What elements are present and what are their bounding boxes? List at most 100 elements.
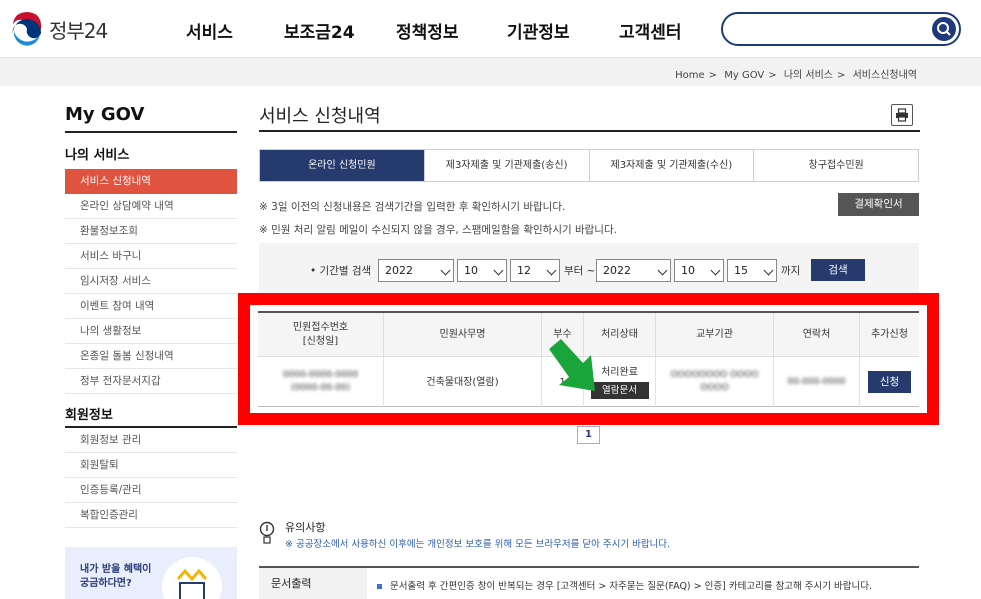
sidebar-menu-my-services: 서비스 신청내역 온라인 상담예약 내역 환불정보조회 서비스 바구니 임시저장… xyxy=(65,169,237,394)
status-value: 처리완료 xyxy=(601,366,638,378)
receipt-no-blurred: 0000-0000-0000 (0000-00-00) xyxy=(283,369,358,395)
logo-text: 정부24 xyxy=(49,18,108,43)
title-divider xyxy=(259,130,920,132)
from-day-value: 12 xyxy=(517,264,531,277)
sidebar-title: My GOV xyxy=(65,104,145,125)
nav-agency-info[interactable]: 기관정보 xyxy=(507,18,570,43)
receipt-date-value: (0000-00-00) xyxy=(290,383,351,393)
to-month-value: 10 xyxy=(681,264,695,277)
search-input[interactable] xyxy=(721,12,961,46)
payment-receipt-button[interactable]: 결제확인서 xyxy=(838,193,919,216)
breadcrumb-separator: > xyxy=(768,70,777,81)
gov24-logo[interactable]: 정부24 xyxy=(10,12,108,46)
benefit-banner[interactable]: 내가 받을 혜택이 궁금하다면? xyxy=(65,547,237,599)
sidebar-item-event-history[interactable]: 이벤트 참여 내역 xyxy=(65,294,237,319)
period-until-text: 까지 xyxy=(781,265,801,277)
breadcrumb-home[interactable]: Home xyxy=(675,70,705,81)
tab-counter-applications[interactable]: 창구접수민원 xyxy=(753,150,918,181)
sidebar-item-service-basket[interactable]: 서비스 바구니 xyxy=(65,244,237,269)
search-button[interactable] xyxy=(932,17,956,41)
tab-online-applications[interactable]: 온라인 신청민원 xyxy=(260,150,424,181)
sidebar-item-childcare[interactable]: 온종일 돌봄 신청내역 xyxy=(65,344,237,369)
extra-apply-button[interactable]: 신청 xyxy=(868,371,911,393)
notice-search-period: ※ 3일 이전의 신청내용은 검색기간을 입력한 후 확인하시기 바랍니다. xyxy=(259,201,566,213)
from-year-value: 2022 xyxy=(385,264,413,277)
breadcrumb-current: 서비스신청내역 xyxy=(852,70,917,81)
banner-gift-icon xyxy=(162,557,222,599)
breadcrumb: Home > My GOV > 나의 서비스 > 서비스신청내역 xyxy=(673,66,919,81)
caution-text: ※ 공공장소에서 사용하신 이후에는 개인정보 보호를 위해 모든 브라우저를 … xyxy=(285,539,671,550)
cell-receipt-no: 0000-0000-0000 (0000-00-00) xyxy=(258,357,384,407)
col-contact-label: 연락처 xyxy=(802,328,831,340)
sidebar-item-e-wallet[interactable]: 정부 전자문서지갑 xyxy=(65,369,237,394)
banner-text-line2: 궁금하다면? xyxy=(80,578,132,589)
nav-services[interactable]: 서비스 xyxy=(186,18,233,43)
breadcrumb-separator: > xyxy=(708,70,718,81)
nav-subsidy24[interactable]: 보조금24 xyxy=(284,18,355,43)
printer-icon xyxy=(896,108,908,122)
breadcrumb-mygov[interactable]: My GOV xyxy=(724,70,764,81)
contact-value: 00-000-0000 xyxy=(787,376,846,387)
to-year-value: 2022 xyxy=(603,264,631,277)
sidebar-item-temp-saved[interactable]: 임시저장 서비스 xyxy=(65,269,237,294)
service-name-value: 건축물대장(열람) xyxy=(426,376,499,388)
to-month-select[interactable]: 10 xyxy=(674,259,724,282)
col-service-name: 민원사무명 xyxy=(384,313,542,357)
chevron-down-icon xyxy=(710,265,721,276)
chevron-down-icon xyxy=(763,265,774,276)
doc-print-text-value: 문서출력 후 간편인증 창이 반복되는 경우 [고객센터 > 자주묻는 질문(F… xyxy=(390,581,873,592)
chevron-down-icon xyxy=(493,265,504,276)
from-month-value: 10 xyxy=(464,264,478,277)
chevron-down-icon xyxy=(657,265,668,276)
col-contact: 연락처 xyxy=(774,313,860,357)
period-from-text: 부터 ~ xyxy=(564,265,596,277)
nav-policy-info[interactable]: 정책정보 xyxy=(396,18,459,43)
sidebar-item-life-info[interactable]: 나의 생활정보 xyxy=(65,319,237,344)
chevron-down-icon xyxy=(546,265,557,276)
sidebar-item-member-manage[interactable]: 회원정보 관리 xyxy=(65,428,237,453)
history-tabs: 온라인 신청민원 제3자제출 및 기관제출(송신) 제3자제출 및 기관제출(수… xyxy=(259,149,919,182)
sidebar-item-withdraw[interactable]: 회원탈퇴 xyxy=(65,453,237,478)
site-header: 정부24 서비스 보조금24 정책정보 기관정보 고객센터 xyxy=(0,0,981,58)
bullet-icon xyxy=(377,584,382,589)
from-year-select[interactable]: 2022 xyxy=(378,259,454,282)
sidebar-item-consult-reservation[interactable]: 온라인 상담예약 내역 xyxy=(65,194,237,219)
col-receipt-no: 민원접수번호 [신청일] xyxy=(258,313,384,357)
period-search-box: • 기간별 검색 2022 10 12 부터 ~ 2022 10 15 까지 검… xyxy=(259,243,919,295)
lightbulb-icon xyxy=(259,521,275,544)
from-day-select[interactable]: 12 xyxy=(510,259,560,282)
col-receipt-no-label: 민원접수번호 [신청일] xyxy=(292,321,349,347)
col-agency: 교부기관 xyxy=(656,313,774,357)
sidebar-item-service-history[interactable]: 서비스 신청내역 xyxy=(65,169,237,194)
to-day-value: 15 xyxy=(734,264,748,277)
col-agency-label: 교부기관 xyxy=(696,328,733,340)
breadcrumb-separator: > xyxy=(837,70,846,81)
from-month-select[interactable]: 10 xyxy=(457,259,507,282)
period-search-button[interactable]: 검색 xyxy=(811,259,865,281)
receipt-no-value: 0000-0000-0000 xyxy=(282,370,359,380)
col-extra-apply-label: 추가신청 xyxy=(871,328,908,340)
col-extra-apply: 추가신청 xyxy=(860,313,919,357)
taeguk-logo-icon xyxy=(10,12,44,46)
breadcrumb-my-services[interactable]: 나의 서비스 xyxy=(784,70,833,81)
sidebar-item-cert-manage[interactable]: 인증등록/관리 xyxy=(65,478,237,503)
caution-title: 유의사항 xyxy=(285,521,326,534)
sidebar-menu-member: 회원정보 관리 회원탈퇴 인증등록/관리 복합인증관리 xyxy=(65,426,237,528)
tab-third-party-received[interactable]: 제3자제출 및 기관제출(수신) xyxy=(588,150,754,181)
banner-text-line1: 내가 받을 혜택이 xyxy=(80,564,152,575)
nav-customer-center[interactable]: 고객센터 xyxy=(619,18,682,43)
page-title: 서비스 신청내역 xyxy=(259,106,381,127)
sidebar-divider xyxy=(65,131,237,133)
print-button[interactable] xyxy=(891,104,913,126)
page-number-current[interactable]: 1 xyxy=(577,426,600,444)
tab-third-party-sent[interactable]: 제3자제출 및 기관제출(송신) xyxy=(423,150,589,181)
breadcrumb-bar: Home > My GOV > 나의 서비스 > 서비스신청내역 xyxy=(0,58,981,86)
doc-print-text: 문서출력 후 간편인증 창이 반복되는 경우 [고객센터 > 자주묻는 질문(F… xyxy=(377,578,872,592)
doc-print-row: 문서출력 문서출력 후 간편인증 창이 반복되는 경우 [고객센터 > 자주묻는… xyxy=(259,566,919,599)
to-day-select[interactable]: 15 xyxy=(727,259,777,282)
to-year-select[interactable]: 2022 xyxy=(596,259,671,282)
search-icon xyxy=(937,22,951,36)
sidebar-item-refund-info[interactable]: 환불정보조회 xyxy=(65,219,237,244)
sidebar-item-multi-cert[interactable]: 복합인증관리 xyxy=(65,503,237,528)
sidebar-section-my-services: 나의 서비스 xyxy=(65,148,130,163)
